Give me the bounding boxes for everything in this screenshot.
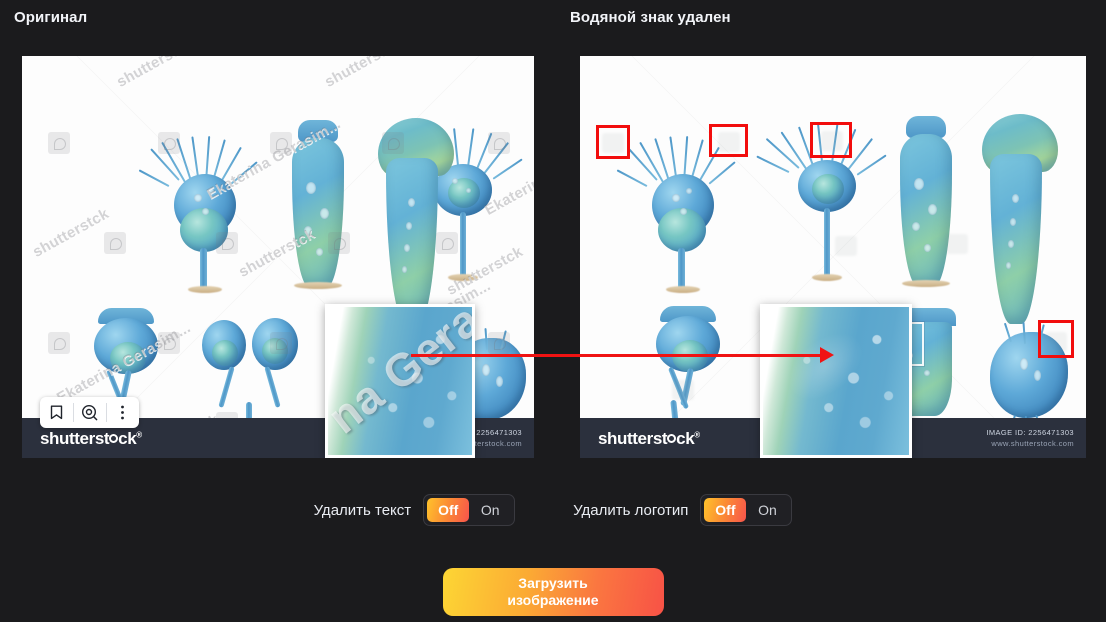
highlight-box-2 (709, 124, 748, 157)
zoom-inset-original: na Geras (325, 304, 475, 458)
comparison-arrow-head (820, 347, 834, 363)
upload-image-button[interactable]: Загрузить изображение (442, 568, 664, 616)
residual-watermark-artifact (946, 234, 968, 254)
watermark-remover-page: Оригинал Водяной знак удален Ekaterina G… (0, 0, 1106, 622)
comparison-arrow-line (411, 354, 823, 357)
shutterstock-logo-text: shutterst (40, 429, 110, 448)
more-options-icon[interactable] (106, 397, 139, 428)
highlight-box-1 (596, 125, 630, 159)
watermark-brand-text: shutterstck (30, 205, 112, 261)
remove-text-option-off[interactable]: Off (427, 498, 470, 522)
bookmark-icon[interactable] (40, 397, 73, 428)
residual-watermark-artifact (672, 380, 694, 400)
remove-logo-option-off[interactable]: Off (704, 498, 747, 522)
watermark-logo-mark (48, 132, 70, 154)
organism-1 (616, 136, 738, 296)
zoom-inset-cleaned (760, 304, 912, 458)
shutterstock-logo-o (109, 434, 119, 443)
watermark-brand-text: shutterstck (114, 56, 196, 91)
panel-title-watermark-removed: Водяной знак удален (570, 9, 731, 26)
panel-title-original: Оригинал (14, 9, 88, 26)
cta-row: Загрузить изображение (0, 568, 1106, 616)
remove-text-label: Удалить текст (313, 501, 412, 519)
shutterstock-logo-tail: ck (118, 429, 137, 448)
stock-footer-meta-cleaned: IMAGE ID: 2256471303 www.shutterstock.co… (986, 427, 1074, 449)
shutterstock-logo: shutterst ck® (40, 429, 142, 449)
watermark-logo-mark (48, 332, 70, 354)
organism-3 (880, 116, 972, 312)
image-id-line: IMAGE ID: 2256471303 (986, 427, 1074, 438)
shutterstock-logo-o (667, 434, 677, 443)
highlight-box-4 (1038, 320, 1074, 358)
visual-search-icon[interactable] (73, 397, 106, 428)
remove-logo-label: Удалить логотип (573, 501, 689, 519)
remove-logo-toggle[interactable]: Off On (700, 494, 793, 526)
highlight-box-3 (810, 122, 852, 158)
image-panel-cleaned[interactable]: shutterst ck® IMAGE ID: 2256471303 www.sh… (580, 56, 1086, 458)
remove-text-control: Удалить текст Off On (314, 494, 516, 526)
upload-button-line2: изображение (507, 592, 599, 608)
organism-4 (964, 114, 1076, 346)
remove-text-toggle[interactable]: Off On (423, 494, 516, 526)
image-id-label: IMAGE ID: (986, 428, 1026, 437)
image-id-value: 2256471303 (1028, 428, 1074, 437)
shutterstock-trademark: ® (694, 430, 700, 440)
residual-watermark-artifact (835, 236, 857, 256)
options-row: Удалить текст Off On Удалить логотип Off… (0, 494, 1106, 526)
organism-1 (138, 136, 260, 296)
shutterstock-logo-text: shutterst (598, 429, 668, 448)
site-url: www.shutterstock.com (991, 439, 1074, 448)
organism-3 (272, 120, 364, 312)
remove-logo-control: Удалить логотип Off On (573, 494, 793, 526)
upload-button-line1: Загрузить (518, 575, 588, 591)
watermark-logo-mark (104, 232, 126, 254)
image-panel-original[interactable]: Ekaterina Gerasim... Ekaterina Gerasim..… (22, 56, 534, 458)
image-action-toolbar[interactable] (40, 397, 139, 428)
watermark-brand-text: shutterstck (322, 56, 404, 91)
shutterstock-logo: shutterst ck® (598, 429, 700, 449)
shutterstock-logo-tail: ck (676, 429, 695, 448)
remove-text-option-on[interactable]: On (469, 498, 511, 522)
shutterstock-trademark: ® (136, 430, 142, 440)
remove-logo-option-on[interactable]: On (746, 498, 788, 522)
